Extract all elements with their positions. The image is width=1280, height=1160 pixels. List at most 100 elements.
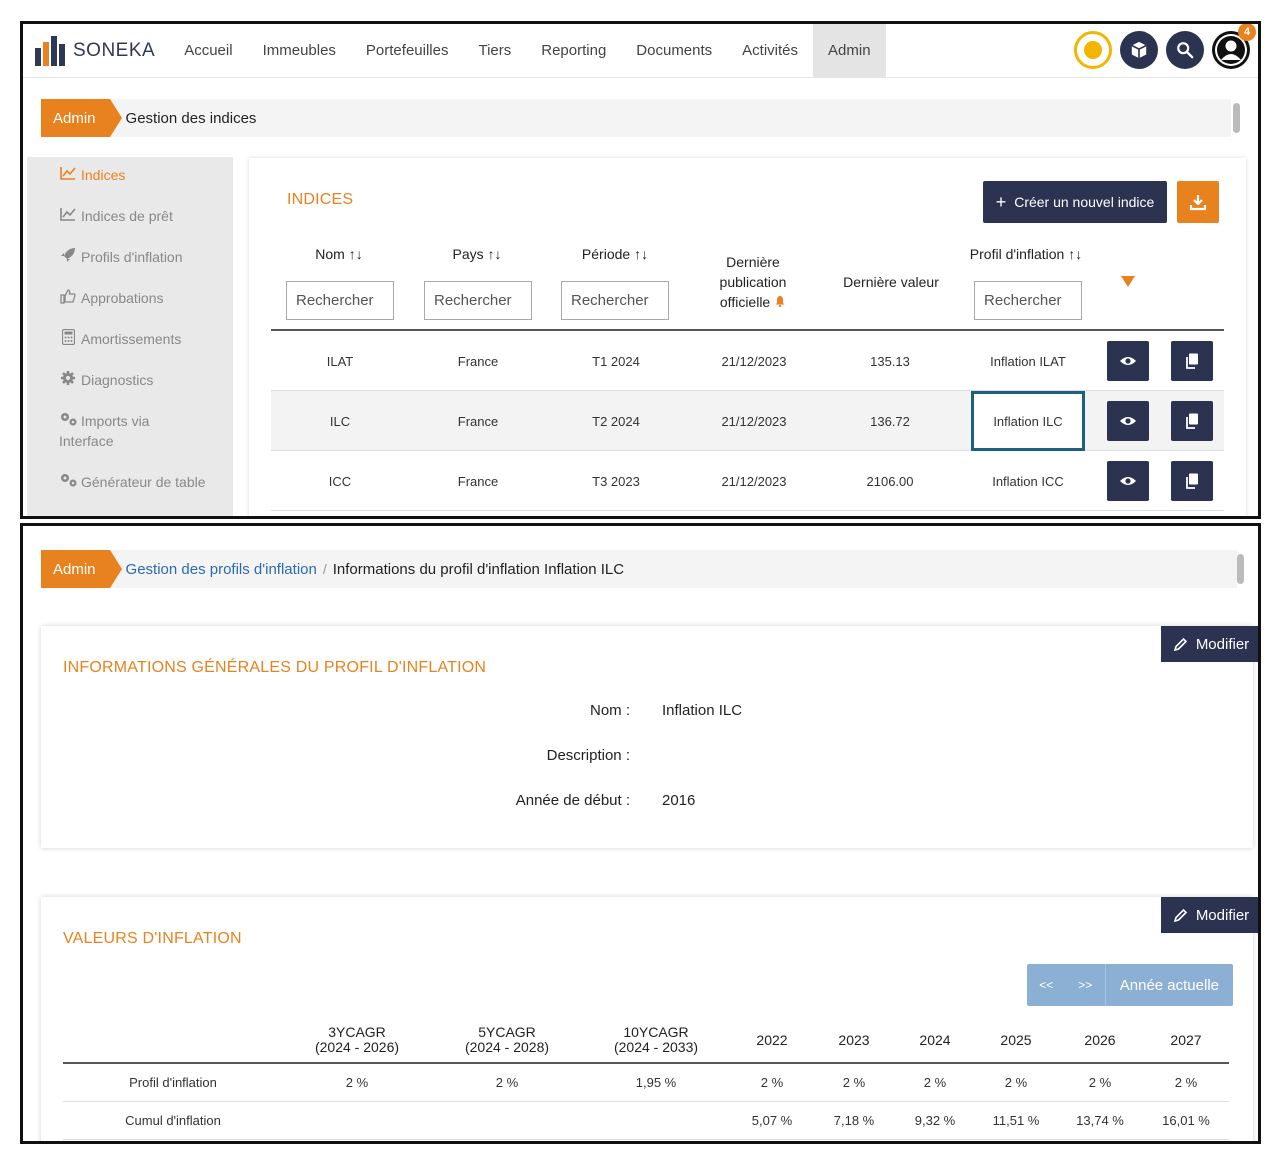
nav-item-immeubles[interactable]: Immeubles — [248, 24, 351, 78]
copy-button[interactable] — [1171, 401, 1213, 441]
col-header-pays[interactable]: Pays ↑↓ — [444, 244, 510, 264]
inflation-values-card: Modifier VALEURS D'INFLATION << >> Année… — [41, 897, 1258, 1141]
col-header-label: 10YCAGR — [623, 1024, 689, 1040]
sidebar-item-indices-de-pret[interactable]: Indices de prêt — [27, 206, 233, 247]
nav-item-reporting[interactable]: Reporting — [526, 24, 621, 78]
nav-item-admin[interactable]: Admin — [813, 24, 886, 78]
cell-periode: T2 2024 — [592, 413, 640, 429]
table-row[interactable]: ICC France T3 2023 21/12/2023 2106.00 In… — [271, 451, 1224, 511]
copy-button[interactable] — [1171, 341, 1213, 381]
pencil-icon — [1173, 637, 1187, 651]
inflation-profile-screen: Admin Gestion des profils d'inflation / … — [20, 523, 1261, 1144]
download-icon — [1189, 195, 1207, 211]
sidebar-item-generateur-table[interactable]: Générateur de table — [27, 472, 233, 513]
col-header-label: Profil d'inflation — [969, 246, 1065, 262]
modify-label: Modifier — [1195, 906, 1250, 924]
cell-profil[interactable]: Inflation ILAT — [971, 331, 1085, 391]
view-button[interactable] — [1107, 341, 1149, 381]
copy-button[interactable] — [1171, 461, 1213, 501]
search-input-pays[interactable]: Rechercher — [424, 281, 532, 320]
scrollbar[interactable] — [1237, 554, 1244, 584]
sidebar-item-label: Amortissements — [81, 331, 182, 347]
cell-profil-highlighted[interactable]: Inflation ILC — [971, 391, 1085, 451]
breadcrumb-admin[interactable]: Admin — [41, 550, 121, 588]
sidebar-item-indices[interactable]: Indices — [27, 165, 233, 206]
nav-item-accueil[interactable]: Accueil — [169, 24, 247, 78]
scrollbar[interactable] — [1233, 103, 1240, 133]
search-input-periode[interactable]: Rechercher — [561, 281, 669, 320]
nav-icons: 4 — [1074, 24, 1256, 69]
sidebar-item-approbations[interactable]: Approbations — [27, 288, 233, 329]
cube-icon[interactable] — [1120, 31, 1158, 69]
copy-icon — [1186, 353, 1198, 369]
col-header-periode[interactable]: Période ↑↓ — [569, 244, 661, 264]
col-header-2025: 2025 — [1000, 1032, 1032, 1048]
prev-page-button[interactable]: << — [1027, 964, 1066, 1006]
sidebar-item-diagnostics[interactable]: Diagnostics — [27, 370, 233, 411]
breadcrumb-link-profils[interactable]: Gestion des profils d'inflation — [126, 561, 317, 578]
user-avatar-icon[interactable]: 4 — [1212, 24, 1256, 69]
eye-icon — [1120, 477, 1136, 485]
modify-values-button[interactable]: Modifier — [1161, 897, 1258, 933]
nav-item-tiers[interactable]: Tiers — [463, 24, 526, 78]
search-input-profil[interactable]: Rechercher — [974, 281, 1082, 320]
brand-logo[interactable]: SONEKA — [35, 35, 155, 66]
col-header-10ycagr: 10YCAGR (2024 - 2033) — [606, 1025, 706, 1055]
col-header-nom[interactable]: Nom ↑↓ — [306, 244, 372, 264]
sidebar-item-amortissements[interactable]: Amortissements — [27, 328, 233, 370]
plus-icon: + — [995, 191, 1007, 212]
row-label-profil: Profil d'inflation — [129, 1075, 217, 1090]
table-row[interactable]: ILC France T2 2024 21/12/2023 136.72 Inf… — [271, 391, 1224, 451]
value-cell: 13,74 % — [1076, 1113, 1124, 1128]
inflation-values-title: VALEURS D'INFLATION — [63, 930, 242, 947]
nav-item-portefeuilles[interactable]: Portefeuilles — [351, 24, 464, 78]
admin-sidebar: Indices Indices de prêt Profils d'inflat… — [27, 157, 233, 516]
value-cell: 5,07 % — [751, 1113, 793, 1128]
view-button[interactable] — [1107, 401, 1149, 441]
current-year-button[interactable]: Année actuelle — [1104, 964, 1233, 1006]
col-header-sublabel: (2024 - 2033) — [613, 1039, 699, 1055]
table-row[interactable]: ILAT France T1 2024 21/12/2023 135.13 In… — [271, 331, 1224, 391]
breadcrumb-admin[interactable]: Admin — [41, 99, 121, 137]
sort-icon: ↑↓ — [1068, 246, 1083, 262]
col-header-2026: 2026 — [1084, 1032, 1116, 1048]
sort-icon: ↑↓ — [348, 246, 363, 262]
view-button[interactable] — [1107, 461, 1149, 501]
cell-valeur: 2106.00 — [866, 473, 914, 489]
values-header-divider — [63, 1062, 1229, 1064]
create-index-button[interactable]: + Créer un nouvel indice — [983, 181, 1167, 223]
search-icon[interactable] — [1166, 31, 1204, 69]
breadcrumb: Admin Gestion des indices — [41, 99, 1231, 137]
modify-general-button[interactable]: Modifier — [1161, 626, 1258, 662]
col-header-2022: 2022 — [756, 1032, 788, 1048]
field-value-annee-debut: 2016 — [662, 792, 696, 809]
field-label-description: Description : — [546, 747, 630, 764]
nav-item-activites[interactable]: Activités — [727, 24, 813, 78]
copy-icon — [1186, 413, 1198, 429]
sidebar-item-profils-inflation[interactable]: Profils d'inflation — [27, 247, 233, 288]
value-cell: 16,01 % — [1162, 1113, 1210, 1128]
col-header-profil[interactable]: Profil d'inflation ↑↓ — [961, 244, 1091, 264]
col-header-2024: 2024 — [919, 1032, 951, 1048]
cell-publication: 21/12/2023 — [721, 353, 787, 369]
filter-icon[interactable] — [1120, 275, 1136, 288]
col-header-label: 5YCAGR — [478, 1024, 536, 1040]
bell-icon[interactable] — [774, 295, 786, 308]
breadcrumb-current: Informations du profil d'inflation Infla… — [332, 560, 625, 578]
top-navigation: SONEKA Accueil Immeubles Portefeuilles T… — [23, 24, 1258, 78]
col-header-5ycagr: 5YCAGR (2024 - 2028) — [457, 1025, 557, 1055]
cell-profil[interactable]: Inflation ICC — [971, 451, 1085, 511]
search-input-nom[interactable]: Rechercher — [286, 281, 394, 320]
nav-item-documents[interactable]: Documents — [621, 24, 727, 78]
notification-badge: 4 — [1238, 24, 1256, 41]
cell-valeur: 136.72 — [870, 413, 910, 429]
download-button[interactable] — [1177, 181, 1219, 223]
sort-icon: ↑↓ — [634, 246, 649, 262]
modify-label: Modifier — [1195, 635, 1250, 653]
pencil-icon — [1173, 908, 1187, 922]
next-page-button[interactable]: >> — [1066, 964, 1105, 1006]
status-indicator-icon[interactable] — [1074, 31, 1112, 69]
cell-pays: France — [457, 413, 499, 429]
sidebar-item-imports-interface[interactable]: Imports via Interface — [27, 411, 233, 472]
indices-screen: SONEKA Accueil Immeubles Portefeuilles T… — [20, 21, 1261, 519]
